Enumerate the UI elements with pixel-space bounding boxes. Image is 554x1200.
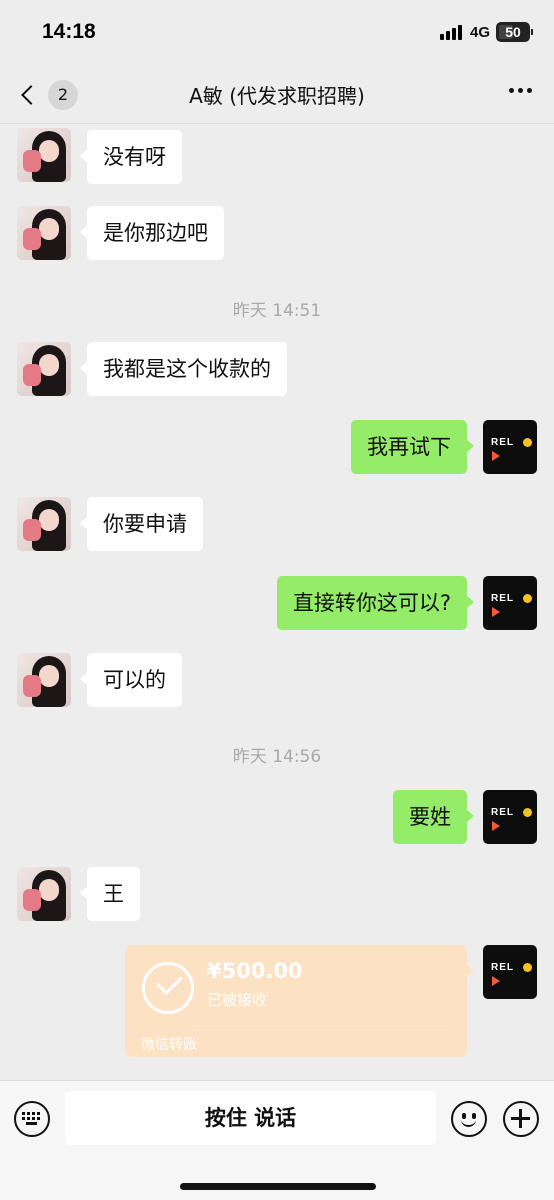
input-bar: 按住 说话 [0,1080,554,1200]
message-bubble-incoming[interactable]: 可以的 [80,653,182,707]
contact-avatar[interactable] [17,867,71,921]
emoji-icon[interactable] [451,1101,487,1137]
contact-avatar[interactable] [17,497,71,551]
message-bubble-outgoing[interactable]: 要姓 [393,790,474,844]
plus-icon[interactable] [503,1101,539,1137]
timestamp: 昨天 14:56 [232,747,322,767]
self-avatar[interactable]: REL [483,790,537,844]
message-bubble-incoming[interactable]: 你要申请 [80,497,203,551]
contact-avatar[interactable] [17,653,71,707]
message-list[interactable]: 没有呀 是你那边吧 昨天 14:51 我都是这个收款的 我再试下 REL 你要申… [0,124,554,1080]
message-bubble-incoming[interactable]: 没有呀 [80,130,182,184]
back-button[interactable]: 2 [14,78,84,112]
chat-screen: 14:18 4G 50 2 A敏 (代发求职招聘) 没有呀 是你那边吧 昨天 1… [0,0,554,1200]
check-circle-icon [142,962,194,1014]
message-bubble-outgoing[interactable]: 直接转你这可以? [276,576,475,630]
status-bar: 14:18 4G 50 [0,0,554,64]
message-bubble-outgoing[interactable]: 我再试下 [351,420,474,474]
relo-logo-text: REL [491,593,514,604]
more-dots-icon [509,88,514,93]
contact-avatar[interactable] [17,206,71,260]
hold-to-talk-button[interactable]: 按住 说话 [65,1091,436,1145]
transfer-card[interactable]: ¥500.00 已被接收 微信转账 [125,945,474,1057]
message-bubble-incoming[interactable]: 王 [80,867,140,921]
self-avatar[interactable]: REL [483,576,537,630]
transfer-status: 已被接收 [207,991,268,1009]
home-indicator[interactable] [180,1183,376,1190]
more-dot [518,88,523,93]
self-avatar[interactable]: REL [483,420,537,474]
battery-icon: 50 [496,22,533,42]
keyboard-icon[interactable] [14,1101,50,1137]
more-options-button[interactable] [505,88,532,93]
chat-title: A敏 (代发求职招聘) [189,84,365,108]
transfer-amount: ¥500.00 [207,959,303,983]
status-time: 14:18 [42,20,96,43]
transfer-divider [139,1029,453,1030]
self-avatar[interactable]: REL [483,945,537,999]
relo-logo-text: REL [491,437,514,448]
message-bubble-incoming[interactable]: 是你那边吧 [80,206,224,260]
chevron-left-icon [21,85,41,105]
relo-logo-text: REL [491,807,514,818]
status-indicators: 4G 50 [439,22,533,42]
network-type: 4G [469,23,490,41]
unread-count-badge: 2 [48,80,78,110]
contact-avatar[interactable] [17,128,71,182]
timestamp: 昨天 14:51 [232,301,322,321]
chat-header: 2 A敏 (代发求职招聘) [0,64,554,124]
relo-logo-text: REL [491,962,514,973]
battery-percent: 50 [505,24,521,40]
contact-avatar[interactable] [17,342,71,396]
more-dot [527,88,532,93]
message-bubble-incoming[interactable]: 我都是这个收款的 [80,342,287,396]
transfer-source-label: 微信转账 [141,1037,197,1053]
signal-icon [439,24,464,40]
